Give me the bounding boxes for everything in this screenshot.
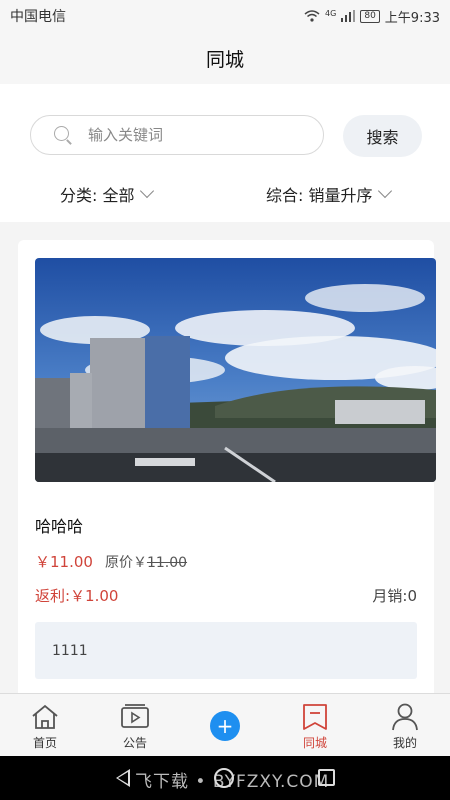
network-label: 4G <box>325 8 337 18</box>
tab-add[interactable]: + <box>180 694 270 756</box>
original-price: 11.00 <box>146 555 188 571</box>
tab-profile[interactable]: 我的 <box>360 694 450 756</box>
clock-label: 上午9:33 <box>384 10 440 26</box>
product-photo <box>35 258 436 482</box>
bookmark-icon <box>303 704 327 730</box>
home-circle-icon[interactable] <box>214 768 234 788</box>
search-icon <box>53 125 73 145</box>
home-icon <box>32 704 58 729</box>
search-box[interactable] <box>30 115 324 155</box>
battery-icon: 80 <box>360 9 380 23</box>
tab-announcement[interactable]: 公告 <box>90 694 180 756</box>
chevron-down-icon <box>140 183 155 199</box>
add-icon: + <box>210 711 240 741</box>
signal-icon <box>341 10 356 22</box>
tab-home-label: 首页 <box>32 736 57 750</box>
chevron-down-icon <box>378 183 393 199</box>
tab-announcement-label: 公告 <box>122 736 147 750</box>
price-row: ￥11.00 原价￥ 11.00 <box>35 551 187 572</box>
carrier-label: 中国电信 <box>10 9 66 25</box>
search-input[interactable] <box>88 126 288 144</box>
wifi-icon <box>304 10 320 22</box>
product-card[interactable]: 哈哈哈 ￥11.00 原价￥ 11.00 返利:￥1.00 月销:0 1111 <box>18 240 436 710</box>
rebate-label: 返利:￥1.00 <box>35 587 119 605</box>
sort-filter[interactable]: 综合: 销量升序 <box>266 182 393 206</box>
page-title: 同城 <box>205 48 244 71</box>
tab-local-label: 同城 <box>302 736 327 750</box>
top-navbar: 同城 <box>0 32 450 84</box>
monthly-sales: 月销:0 <box>372 587 417 605</box>
sort-filter-label: 综合: 销量升序 <box>266 186 373 205</box>
filter-panel: 搜索 分类: 全部 综合: 销量升序 <box>0 84 450 222</box>
tab-local[interactable]: 同城 <box>270 694 360 756</box>
product-note: 1111 <box>35 622 417 679</box>
back-icon[interactable] <box>116 769 130 787</box>
category-filter-label: 分类: 全部 <box>60 186 135 205</box>
status-indicators: 4G 80 上午9:33 <box>304 7 440 26</box>
status-bar: 中国电信 4G 80 上午9:33 <box>0 0 450 32</box>
search-button[interactable]: 搜索 <box>343 115 422 157</box>
original-price-label: 原价￥ <box>104 555 147 571</box>
video-icon <box>121 704 149 728</box>
category-filter[interactable]: 分类: 全部 <box>60 182 155 206</box>
bottom-tabbar: 首页 公告 + 同城 我的 <box>0 693 450 756</box>
product-image[interactable] <box>35 258 436 482</box>
tab-home[interactable]: 首页 <box>0 694 90 756</box>
recent-apps-icon[interactable] <box>318 769 335 786</box>
product-price: ￥11.00 <box>35 553 93 571</box>
user-icon <box>392 703 418 731</box>
tab-profile-label: 我的 <box>392 736 417 750</box>
system-navigation-bar: 飞下载 • BYFZXY.COM <box>0 756 450 800</box>
product-name: 哈哈哈 <box>35 517 84 536</box>
